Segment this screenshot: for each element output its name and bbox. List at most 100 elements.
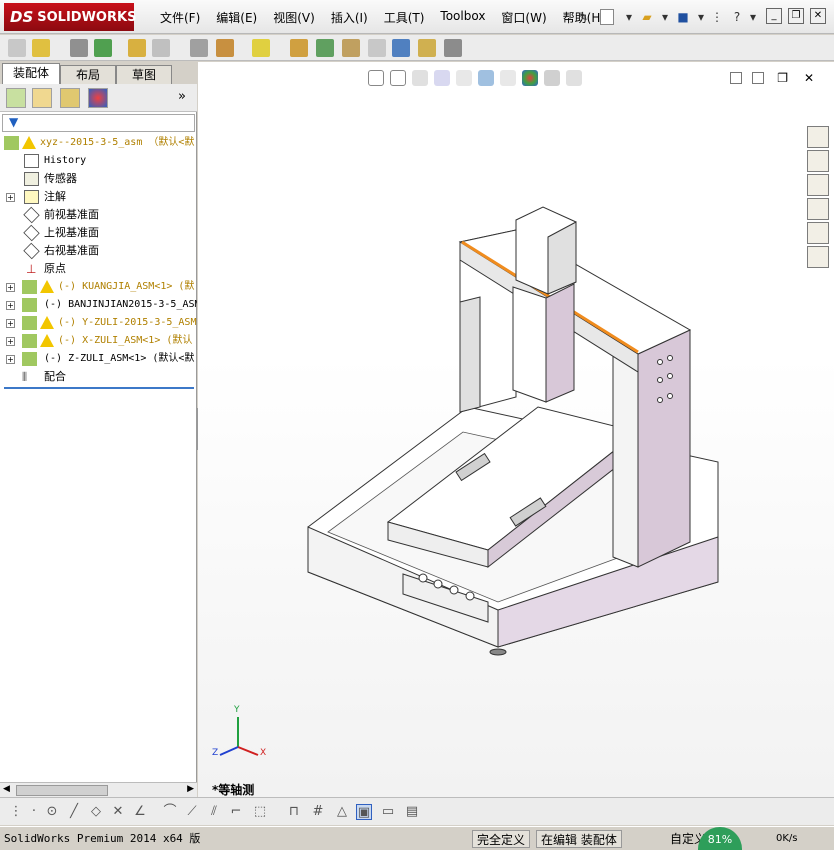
- expand-icon[interactable]: +: [6, 319, 15, 328]
- relation-icon[interactable]: △: [334, 804, 350, 820]
- expand-icon[interactable]: +: [6, 337, 15, 346]
- appearances-icon[interactable]: [807, 222, 829, 244]
- insert-component-icon[interactable]: [32, 39, 50, 57]
- box-select-icon[interactable]: ▣: [356, 804, 372, 820]
- save-icon[interactable]: ■: [674, 9, 692, 25]
- restore-icon[interactable]: ❐: [788, 8, 804, 24]
- display-manager-icon[interactable]: [88, 88, 108, 108]
- tab-layout[interactable]: 布局: [60, 65, 116, 84]
- bill-of-materials-icon[interactable]: [316, 39, 334, 57]
- show-hidden-icon[interactable]: [190, 39, 208, 57]
- dimension-icon[interactable]: ⊓: [286, 804, 302, 820]
- mirror-icon[interactable]: ⫽: [206, 804, 222, 820]
- menu-toolbox[interactable]: Toolbox: [432, 9, 493, 26]
- property-manager-icon[interactable]: [32, 88, 52, 108]
- separator-dots-icon: ⋮: [711, 10, 723, 24]
- close-icon[interactable]: ✕: [810, 8, 826, 24]
- move-component-icon[interactable]: [152, 39, 170, 57]
- angle-icon[interactable]: ∠: [132, 804, 148, 820]
- expand-icon[interactable]: +: [6, 193, 15, 202]
- minimize-icon[interactable]: _: [766, 8, 782, 24]
- feature-manager-icon[interactable]: [6, 88, 26, 108]
- tree-item-front-plane[interactable]: 前视基准面: [0, 206, 197, 224]
- assembly-features-icon[interactable]: [216, 39, 234, 57]
- chamfer-icon[interactable]: ⟋: [184, 804, 200, 820]
- scroll-right-icon[interactable]: ▶: [187, 784, 194, 794]
- view-palette-icon[interactable]: [807, 198, 829, 220]
- new-document-icon[interactable]: [600, 9, 614, 25]
- solidworks-logo[interactable]: DS SOLIDWORKS: [4, 3, 136, 31]
- panel-horizontal-scrollbar[interactable]: ◀ ▶: [0, 782, 197, 797]
- tree-item-top-plane[interactable]: 上视基准面: [0, 224, 197, 242]
- point-icon[interactable]: ·: [26, 804, 42, 820]
- tree-item-x-zuli[interactable]: + (-) X-ZULI_ASM<1> (默认: [0, 332, 197, 350]
- menu-window[interactable]: 窗口(W): [493, 9, 554, 26]
- fillet-icon[interactable]: ⌒: [162, 804, 178, 820]
- tab-sketch[interactable]: 草图: [116, 65, 172, 84]
- tree-item-label: 上视基准面: [44, 226, 99, 239]
- expand-panel-icon[interactable]: »: [178, 89, 186, 104]
- tree-filter-input[interactable]: ▼: [2, 114, 195, 132]
- reference-geometry-icon[interactable]: [252, 39, 270, 57]
- linear-pattern-icon[interactable]: [94, 39, 112, 57]
- open-dropdown-icon[interactable]: ▾: [656, 9, 674, 25]
- tree-item-banjinjian[interactable]: + (-) BANJINJIAN2015-3-5_ASM: [0, 296, 197, 314]
- scroll-left-icon[interactable]: ◀: [3, 784, 10, 794]
- table-icon[interactable]: ▤: [404, 804, 420, 820]
- mate-icon[interactable]: [70, 39, 88, 57]
- expand-icon[interactable]: +: [6, 355, 15, 364]
- foot: [489, 648, 507, 656]
- expand-icon[interactable]: +: [6, 301, 15, 310]
- scroll-thumb[interactable]: [16, 785, 108, 796]
- new-motion-study-icon[interactable]: [290, 39, 308, 57]
- smart-fasteners-icon[interactable]: [128, 39, 146, 57]
- warning-icon: [40, 280, 54, 293]
- clearance-verification-icon[interactable]: [418, 39, 436, 57]
- component-icon[interactable]: [8, 39, 26, 57]
- menu-edit[interactable]: 编辑(E): [208, 9, 265, 26]
- menu-view[interactable]: 视图(V): [265, 9, 323, 26]
- tree-item-right-plane[interactable]: 右视基准面: [0, 242, 197, 260]
- tab-assembly[interactable]: 装配体: [2, 63, 60, 84]
- design-library-icon[interactable]: [807, 150, 829, 172]
- help-dropdown-icon[interactable]: ▾: [744, 9, 762, 25]
- solidworks-resources-icon[interactable]: [807, 126, 829, 148]
- trim-icon[interactable]: ✕: [110, 804, 126, 820]
- polygon-icon[interactable]: ◇: [88, 804, 104, 820]
- rectangle-dashed-icon[interactable]: ⬚: [252, 804, 268, 820]
- editing-mode: 在编辑 装配体: [536, 830, 622, 848]
- tree-item-label: (-) Y-ZULI-2015-3-5_ASM: [58, 317, 197, 328]
- rollback-bar[interactable]: [4, 387, 194, 389]
- line-icon[interactable]: ╱: [66, 804, 82, 820]
- grid-icon[interactable]: #: [310, 804, 326, 820]
- tree-item-kuangjia[interactable]: + (-) KUANGJIA_ASM<1> (默: [0, 278, 197, 296]
- column-hole-1: [657, 359, 663, 365]
- corner-icon[interactable]: ⌐: [228, 804, 244, 820]
- open-folder-icon[interactable]: ▰: [638, 9, 656, 25]
- menu-file[interactable]: 文件(F): [152, 9, 208, 26]
- interference-detection-icon[interactable]: [392, 39, 410, 57]
- explode-line-sketch-icon[interactable]: [368, 39, 386, 57]
- pin-icon[interactable]: ✎: [574, 9, 592, 25]
- display-pane-icon[interactable]: ▭: [380, 804, 396, 820]
- tree-root-assembly[interactable]: xyz--2015-3-5_asm （默认<默: [0, 134, 197, 152]
- exploded-view-icon[interactable]: [342, 39, 360, 57]
- tree-item-mates[interactable]: ⫴ 配合: [0, 368, 197, 386]
- tree-item-sensors[interactable]: 传感器: [0, 170, 197, 188]
- tree-item-history[interactable]: History: [0, 152, 197, 170]
- file-explorer-icon[interactable]: [807, 174, 829, 196]
- tree-item-origin[interactable]: ⊥ 原点: [0, 260, 197, 278]
- tree-item-y-zuli[interactable]: + (-) Y-ZULI-2015-3-5_ASM: [0, 314, 197, 332]
- new-dropdown-icon[interactable]: ▾: [620, 9, 638, 25]
- expand-icon[interactable]: +: [6, 283, 15, 292]
- custom-properties-icon[interactable]: [807, 246, 829, 268]
- menu-insert[interactable]: 插入(I): [323, 9, 376, 26]
- graphics-area[interactable]: ❐ ✕ Y X Z *等轴测: [198, 62, 834, 797]
- tree-item-annotations[interactable]: + 注解: [0, 188, 197, 206]
- configuration-manager-icon[interactable]: [60, 88, 80, 108]
- tree-item-z-zuli[interactable]: + (-) Z-ZULI_ASM<1> (默认<默: [0, 350, 197, 368]
- assembly-model[interactable]: [198, 62, 834, 797]
- circle-icon[interactable]: ⊙: [44, 804, 60, 820]
- menu-tools[interactable]: 工具(T): [376, 9, 433, 26]
- hole-alignment-icon[interactable]: [444, 39, 462, 57]
